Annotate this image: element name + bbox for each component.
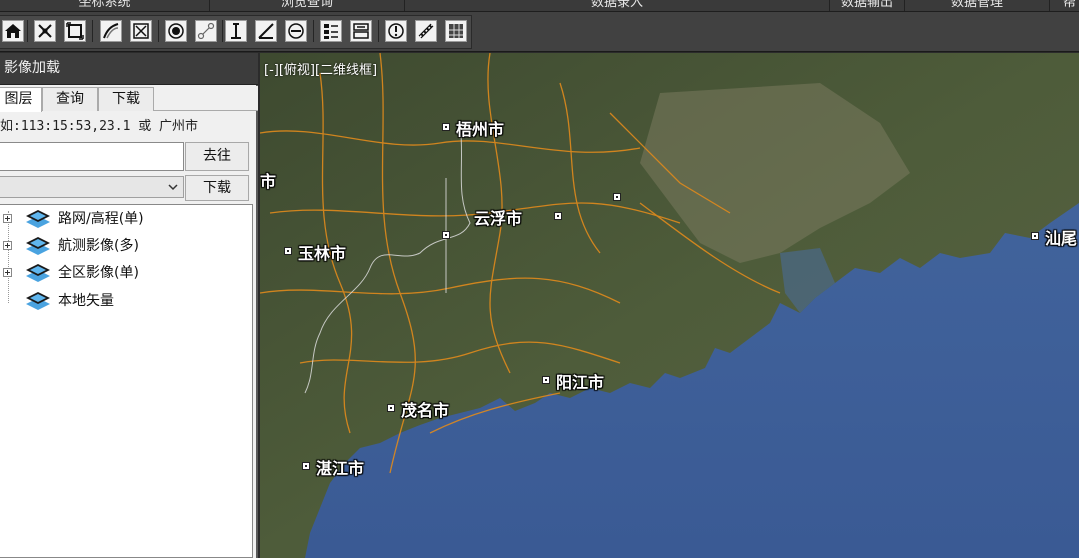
vertical-measure-icon [231,23,241,39]
grid-icon [449,24,463,38]
city-name: 湛江市 [316,459,365,478]
menu-data-entry[interactable]: 数据录入 [405,0,830,11]
layer-list-icon [324,24,338,39]
layer-tree-label: 航测影像(多) [58,238,139,254]
layer-tree-label: 全区影像(单) [58,265,139,281]
layer-tree-label: 路网/高程(单) [58,211,144,227]
toolbar [0,12,1079,52]
tab-download[interactable]: 下载 [98,87,154,111]
city-dot-icon [442,231,450,239]
city-dot-icon [542,376,550,384]
expand-icon[interactable] [3,241,12,250]
city-name: 汕尾 [1045,229,1078,248]
switch-icon [353,23,369,39]
city-dot-icon [302,462,310,470]
goto-button[interactable]: 去往 [185,142,249,171]
menu-data-output[interactable]: 数据输出 [830,0,905,11]
vertical-measure-button[interactable] [225,20,247,42]
layer-tree-item[interactable]: 全区影像(单) [0,261,250,285]
menu-coordinate-system[interactable]: 坐标系统 [0,0,210,11]
panel-title: 影像加载 [0,53,258,85]
record-icon [168,23,184,39]
viewport-mode-label[interactable]: [-][俯视][二维线框] [264,59,377,78]
download-button[interactable]: 下载 [185,175,249,201]
panel-tabs: 图层 查询 下载 [0,86,258,112]
city-name: 梧州市 [456,120,505,139]
angle-measure-icon [258,23,274,39]
home-icon [5,24,21,38]
minus-circle-icon [288,23,304,39]
layer-tree: 路网/高程(单) 航测影像(多) 全区影像(单) 本地矢量 [0,204,253,558]
expand-icon[interactable] [3,268,12,277]
menu-data-management[interactable]: 数据管理 [905,0,1050,11]
city-name: 茂名市 [401,401,450,420]
layer-select[interactable] [0,176,184,198]
record-button[interactable] [165,20,187,42]
ruler-button[interactable] [415,20,437,42]
city-dot-icon [554,212,562,220]
city-name: 市 [260,172,277,191]
location-input[interactable] [0,142,184,171]
pan-button[interactable] [34,20,56,42]
fullscreen-icon [66,22,84,40]
expand-icon[interactable] [3,214,12,223]
info-icon [388,23,404,39]
city-dot-icon [613,193,621,201]
layers-icon [26,292,50,310]
satellite-map [260,53,1079,558]
grid-button[interactable] [445,20,467,42]
layers-icon [26,237,50,255]
toolbar-separator [222,20,223,42]
layers-icon [26,264,50,282]
layer-list-button[interactable] [320,20,342,42]
map-viewport[interactable]: [-][俯视][二维线框] 梧州市 云浮市 玉林市 阳江市 茂名市 湛江市 汕尾 [260,53,1079,558]
pen-icon [103,23,119,39]
app-window: 坐标系统 浏览查询 数据录入 数据输出 数据管理 帮 影像加载 图层 查询 下载… [0,0,1079,558]
pan-icon [38,24,52,38]
chevron-down-icon [168,184,178,191]
city-name: 玉林市 [298,244,347,263]
city-dot-icon [284,247,292,255]
clear-button[interactable] [130,20,152,42]
tab-query[interactable]: 查询 [42,87,98,111]
info-button[interactable] [385,20,407,42]
menu-bar: 坐标系统 浏览查询 数据录入 数据输出 数据管理 帮 [0,0,1079,12]
image-loading-panel: 影像加载 图层 查询 下载 如:113:15:53,23.1 或 广州市 去往 … [0,53,258,558]
city-dot-icon [387,404,395,412]
city-dot-icon [442,123,450,131]
city-name: 阳江市 [556,373,605,392]
route-button[interactable] [195,20,217,42]
angle-measure-button[interactable] [255,20,277,42]
toolbar-separator [92,20,93,42]
layer-tree-label: 本地矢量 [58,293,114,309]
layers-icon [26,210,50,228]
toolbar-separator [313,20,314,42]
clear-icon [133,23,149,39]
home-button[interactable] [2,20,24,42]
toolbar-separator [378,20,379,42]
route-icon [197,22,215,40]
toolbar-separator [27,20,28,42]
switch-button[interactable] [350,20,372,42]
ruler-icon [418,23,434,39]
layer-tree-item[interactable]: 路网/高程(单) [0,207,250,231]
fullscreen-button[interactable] [64,20,86,42]
menu-browse-query[interactable]: 浏览查询 [210,0,405,11]
tab-layers[interactable]: 图层 [0,87,42,112]
pen-button[interactable] [100,20,122,42]
layer-tree-item[interactable]: 航测影像(多) [0,234,250,258]
city-dot-icon [1031,232,1039,240]
city-name: 云浮市 [474,209,523,228]
minus-circle-button[interactable] [285,20,307,42]
toolbar-separator [158,20,159,42]
location-hint: 如:113:15:53,23.1 或 广州市 [0,119,199,134]
layer-tree-item[interactable]: 本地矢量 [0,289,250,313]
menu-help[interactable]: 帮 [1050,0,1079,11]
